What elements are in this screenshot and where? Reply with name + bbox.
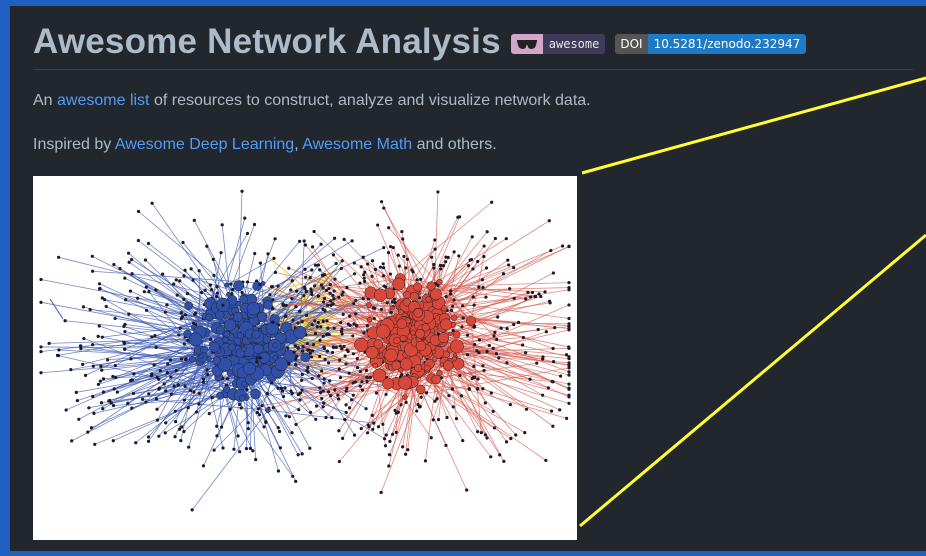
page-title: Awesome Network Analysis [33, 22, 501, 61]
intro-text-start: An [33, 92, 58, 109]
network-graph-svg [39, 189, 571, 512]
awesome-badge[interactable]: awesome [510, 34, 606, 54]
glasses-icon [510, 34, 543, 54]
inspired-text-end: and others. [412, 136, 497, 153]
intro-paragraph: An awesome list of resources to construc… [33, 92, 591, 110]
awesome-math-link[interactable]: Awesome Math [302, 136, 412, 153]
awesome-list-link[interactable]: awesome list [57, 92, 149, 109]
title-row: Awesome Network Analysis awesome DOI 10.… [33, 20, 807, 64]
network-graph-image [33, 176, 577, 540]
doi-badge-value: 10.5281/zenodo.232947 [647, 34, 807, 54]
network-edges [40, 191, 570, 511]
inspired-text-start: Inspired by [33, 136, 115, 153]
intro-text-end: of resources to construct, analyze and v… [149, 92, 591, 109]
readme-panel: Awesome Network Analysis awesome DOI 10.… [10, 6, 926, 551]
inspired-paragraph: Inspired by Awesome Deep Learning, Aweso… [33, 136, 497, 154]
awesome-deep-learning-link[interactable]: Awesome Deep Learning [115, 136, 294, 153]
awesome-badge-label: awesome [542, 34, 606, 54]
doi-badge-prefix: DOI [615, 34, 648, 54]
doi-badge[interactable]: DOI 10.5281/zenodo.232947 [615, 34, 807, 54]
header-divider [33, 69, 913, 70]
